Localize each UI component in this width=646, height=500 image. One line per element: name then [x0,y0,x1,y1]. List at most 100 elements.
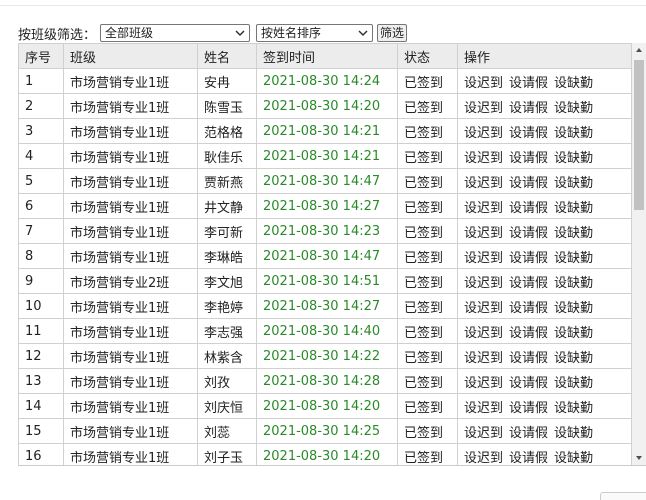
set-leave-button[interactable]: 设请假 [509,101,548,116]
set-late-button[interactable]: 设迟到 [464,376,503,391]
set-late-button[interactable]: 设迟到 [464,151,503,166]
attendance-table: 序号 班级 姓名 签到时间 状态 操作 1 市场营销专业1班 安冉 2021-08-3… [18,43,632,466]
set-leave-button[interactable]: 设请假 [509,376,548,391]
set-late-button[interactable]: 设迟到 [464,101,503,116]
row-actions: 设迟到 设请假 设缺勤 [457,118,632,144]
set-late-button[interactable]: 设迟到 [464,351,503,366]
set-leave-button[interactable]: 设请假 [509,251,548,266]
row-number: 10 [18,293,64,319]
row-name: 李可新 [197,218,257,244]
row-signin-time: 2021-08-30 14:47 [256,168,398,194]
set-leave-button[interactable]: 设请假 [509,351,548,366]
row-number: 3 [18,118,64,144]
row-name: 李琳皓 [197,243,257,269]
set-late-button[interactable]: 设迟到 [464,301,503,316]
row-actions: 设迟到 设请假 设缺勤 [457,218,632,244]
table-row: 4 市场营销专业1班 耿佳乐 2021-08-30 14:21 已签到 设迟到 设请假 设缺勤 [18,143,632,169]
page: 按班级筛选： 全部班级 按姓名排序 筛选 序号 班级 姓名 签到时间 状态 操作… [0,0,646,500]
row-name: 井文静 [197,193,257,219]
set-absent-button[interactable]: 设缺勤 [554,276,593,291]
set-leave-button[interactable]: 设请假 [509,451,548,466]
set-absent-button[interactable]: 设缺勤 [554,201,593,216]
row-actions: 设迟到 设请假 设缺勤 [457,393,632,419]
attendance-table-container: 序号 班级 姓名 签到时间 状态 操作 1 市场营销专业1班 安冉 2021-08-3… [18,43,646,466]
row-name: 刘孜 [197,368,257,394]
set-leave-button[interactable]: 设请假 [509,326,548,341]
row-number: 12 [18,343,64,369]
row-actions: 设迟到 设请假 设缺勤 [457,343,632,369]
header-cell: 签到时间 [256,43,398,69]
sort-select[interactable]: 按姓名排序 [256,24,374,42]
table-row: 14 市场营销专业1班 刘庆恒 2021-08-30 14:20 已签到 设迟到 设请假 设缺… [18,393,632,419]
set-absent-button[interactable]: 设缺勤 [554,101,593,116]
set-absent-button[interactable]: 设缺勤 [554,401,593,416]
table-row: 9 市场营销专业2班 李文旭 2021-08-30 14:51 已签到 设迟到 设请假 设缺勤 [18,268,632,294]
set-late-button[interactable]: 设迟到 [464,251,503,266]
set-late-button[interactable]: 设迟到 [464,176,503,191]
table-header-row: 序号 班级 姓名 签到时间 状态 操作 [18,43,632,69]
scrollbar-thumb[interactable] [634,60,644,210]
set-late-button[interactable]: 设迟到 [464,401,503,416]
row-number: 4 [18,143,64,169]
class-select[interactable]: 全部班级 [100,24,251,42]
set-leave-button[interactable]: 设请假 [509,76,548,91]
set-late-button[interactable]: 设迟到 [464,201,503,216]
row-signin-time: 2021-08-30 14:27 [256,193,398,219]
table-row: 8 市场营销专业1班 李琳皓 2021-08-30 14:47 已签到 设迟到 设请假 设缺勤 [18,243,632,269]
set-leave-button[interactable]: 设请假 [509,126,548,141]
set-leave-button[interactable]: 设请假 [509,151,548,166]
set-leave-button[interactable]: 设请假 [509,426,548,441]
row-class: 市场营销专业1班 [63,68,198,94]
table-row: 5 市场营销专业1班 贾新燕 2021-08-30 14:47 已签到 设迟到 设请假 设缺勤 [18,168,632,194]
set-late-button[interactable]: 设迟到 [464,226,503,241]
top-divider [0,0,646,6]
set-absent-button[interactable]: 设缺勤 [554,326,593,341]
filter-button[interactable]: 筛选 [377,24,408,42]
set-absent-button[interactable]: 设缺勤 [554,301,593,316]
row-signin-time: 2021-08-30 14:20 [256,93,398,119]
triangle-down-icon[interactable] [632,451,646,465]
row-signin-time: 2021-08-30 14:20 [256,443,398,465]
set-absent-button[interactable]: 设缺勤 [554,76,593,91]
set-absent-button[interactable]: 设缺勤 [554,451,593,466]
row-signin-time: 2021-08-30 14:20 [256,393,398,419]
set-absent-button[interactable]: 设缺勤 [554,351,593,366]
set-late-button[interactable]: 设迟到 [464,451,503,466]
row-signin-time: 2021-08-30 14:40 [256,318,398,344]
set-late-button[interactable]: 设迟到 [464,426,503,441]
row-class: 市场营销专业1班 [63,318,198,344]
row-status: 已签到 [397,293,458,319]
set-leave-button[interactable]: 设请假 [509,301,548,316]
vertical-scrollbar[interactable] [632,43,646,465]
row-name: 李艳婷 [197,293,257,319]
set-absent-button[interactable]: 设缺勤 [554,226,593,241]
set-absent-button[interactable]: 设缺勤 [554,176,593,191]
set-leave-button[interactable]: 设请假 [509,201,548,216]
header-cell: 序号 [18,43,64,69]
row-status: 已签到 [397,443,458,465]
set-late-button[interactable]: 设迟到 [464,276,503,291]
row-class: 市场营销专业1班 [63,418,198,444]
set-absent-button[interactable]: 设缺勤 [554,426,593,441]
row-class: 市场营销专业1班 [63,193,198,219]
row-signin-time: 2021-08-30 14:22 [256,343,398,369]
row-class: 市场营销专业1班 [63,93,198,119]
triangle-up-icon[interactable] [632,43,646,57]
row-status: 已签到 [397,193,458,219]
set-absent-button[interactable]: 设缺勤 [554,126,593,141]
class-select-value: 全部班级 [105,26,154,40]
set-absent-button[interactable]: 设缺勤 [554,251,593,266]
set-late-button[interactable]: 设迟到 [464,326,503,341]
set-late-button[interactable]: 设迟到 [464,76,503,91]
set-leave-button[interactable]: 设请假 [509,276,548,291]
set-leave-button[interactable]: 设请假 [509,226,548,241]
bottom-corner-button[interactable] [600,492,646,500]
row-number: 5 [18,168,64,194]
set-leave-button[interactable]: 设请假 [509,401,548,416]
set-absent-button[interactable]: 设缺勤 [554,151,593,166]
row-number: 2 [18,93,64,119]
set-leave-button[interactable]: 设请假 [509,176,548,191]
row-actions: 设迟到 设请假 设缺勤 [457,318,632,344]
set-late-button[interactable]: 设迟到 [464,126,503,141]
set-absent-button[interactable]: 设缺勤 [554,376,593,391]
